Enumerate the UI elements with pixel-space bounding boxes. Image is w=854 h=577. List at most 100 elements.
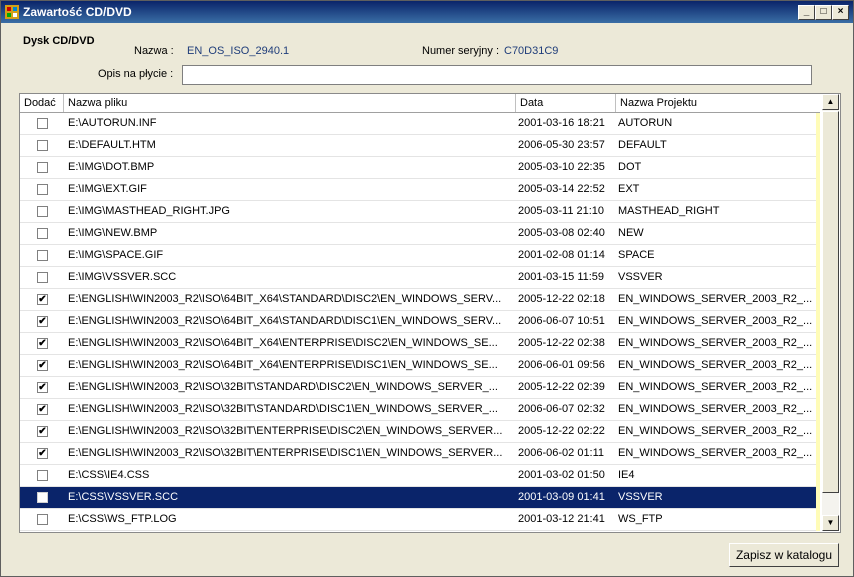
project-cell: EN_WINDOWS_SERVER_2003_R2_... [618, 337, 813, 349]
filename-cell: E:\CSS\VSSVER.SCC [68, 491, 179, 503]
table-row[interactable]: E:\IMG\EXT.GIF 2005-03-14 22:52 EXT [20, 179, 820, 201]
filename-cell: E:\IMG\EXT.GIF [68, 183, 147, 195]
add-checkbox[interactable] [37, 272, 48, 283]
table-row[interactable]: E:\CSS\WS_FTP.LOG 2001-03-12 21:41 WS_FTP [20, 509, 820, 531]
add-cell: ✔ [20, 443, 64, 464]
add-cell: ✔ [20, 399, 64, 420]
filename-cell: E:\DEFAULT.HTM [68, 139, 156, 151]
table-row[interactable]: E:\IMG\VSSVER.SCC 2001-03-15 11:59 VSSVER [20, 267, 820, 289]
table-row[interactable]: E:\IMG\NEW.BMP 2005-03-08 02:40 NEW [20, 223, 820, 245]
project-cell: VSSVER [618, 491, 663, 503]
table-row[interactable]: E:\IMG\DOT.BMP 2005-03-10 22:35 DOT [20, 157, 820, 179]
date-cell: 2006-06-07 10:51 [518, 315, 605, 327]
add-checkbox[interactable]: ✔ [37, 316, 48, 327]
add-checkbox[interactable] [37, 140, 48, 151]
table-row[interactable]: ✔ E:\ENGLISH\WIN2003_R2\ISO\32BIT\STANDAR… [20, 399, 820, 421]
add-checkbox[interactable]: ✔ [37, 382, 48, 393]
name-value: EN_OS_ISO_2940.1 [187, 45, 290, 57]
serial-value: C70D31C9 [504, 45, 559, 57]
grid-rows: E:\AUTORUN.INF 2001-03-16 18:21 AUTORUN E:\… [20, 113, 820, 531]
add-checkbox[interactable] [37, 250, 48, 261]
table-row[interactable]: E:\CSS\VSSVER.SCC 2001-03-09 01:41 VSSVER [20, 487, 820, 509]
add-checkbox[interactable] [37, 228, 48, 239]
table-row[interactable]: ✔ E:\ENGLISH\WIN2003_R2\ISO\32BIT\STANDAR… [20, 377, 820, 399]
scroll-thumb[interactable] [822, 111, 839, 493]
column-header-date[interactable]: Data [516, 94, 616, 112]
table-row[interactable]: E:\IMG\SPACE.GIF 2001-02-08 01:14 SPACE [20, 245, 820, 267]
date-cell: 2001-03-16 18:21 [518, 117, 605, 129]
minimize-button[interactable]: _ [798, 5, 815, 20]
add-checkbox[interactable] [37, 470, 48, 481]
filename-cell: E:\AUTORUN.INF [68, 117, 157, 129]
add-cell [20, 223, 64, 244]
table-row[interactable]: ✔ E:\ENGLISH\WIN2003_R2\ISO\64BIT_X64\ENT… [20, 355, 820, 377]
add-cell: ✔ [20, 289, 64, 310]
table-row[interactable]: E:\AUTORUN.INF 2001-03-16 18:21 AUTORUN [20, 113, 820, 135]
column-header-filename[interactable]: Nazwa pliku [64, 94, 516, 112]
vertical-scrollbar[interactable]: ▲ ▼ [822, 94, 839, 531]
filename-cell: E:\ENGLISH\WIN2003_R2\ISO\32BIT\ENTERPRI… [68, 425, 503, 437]
filename-cell: E:\ENGLISH\WIN2003_R2\ISO\32BIT\ENTERPRI… [68, 447, 503, 459]
close-button[interactable]: × [832, 5, 849, 20]
arrow-up-icon: ▲ [826, 97, 835, 106]
filename-cell: E:\ENGLISH\WIN2003_R2\ISO\64BIT_X64\STAN… [68, 293, 502, 305]
save-to-catalog-button[interactable]: Zapisz w katalogu [729, 543, 839, 567]
project-cell: AUTORUN [618, 117, 673, 129]
add-checkbox[interactable] [37, 492, 48, 503]
table-row[interactable]: ✔ E:\ENGLISH\WIN2003_R2\ISO\64BIT_X64\ENT… [20, 333, 820, 355]
date-cell: 2001-03-15 11:59 [518, 271, 605, 283]
filename-cell: E:\ENGLISH\WIN2003_R2\ISO\64BIT_X64\ENTE… [68, 337, 498, 349]
date-cell: 2005-03-10 22:35 [518, 161, 605, 173]
name-label: Nazwa : [134, 45, 174, 57]
date-cell: 2006-05-30 23:57 [518, 139, 605, 151]
table-row[interactable]: E:\CSS\IE4.CSS 2001-03-02 01:50 IE4 [20, 465, 820, 487]
add-checkbox[interactable] [37, 514, 48, 525]
column-header-project[interactable]: Nazwa Projektu [616, 94, 820, 112]
add-cell: ✔ [20, 333, 64, 354]
project-cell: SPACE [618, 249, 655, 261]
maximize-button[interactable]: □ [815, 5, 832, 20]
add-cell: ✔ [20, 421, 64, 442]
add-checkbox[interactable] [37, 206, 48, 217]
date-cell: 2005-12-22 02:22 [518, 425, 605, 437]
add-checkbox[interactable]: ✔ [37, 426, 48, 437]
add-checkbox[interactable]: ✔ [37, 404, 48, 415]
scroll-down-button[interactable]: ▼ [822, 515, 839, 531]
project-cell: EN_WINDOWS_SERVER_2003_R2_... [618, 359, 813, 371]
add-checkbox[interactable]: ✔ [37, 338, 48, 349]
table-row[interactable]: ✔ E:\ENGLISH\WIN2003_R2\ISO\64BIT_X64\STA… [20, 289, 820, 311]
add-checkbox[interactable] [37, 162, 48, 173]
table-row[interactable]: E:\IMG\MASTHEAD_RIGHT.JPG 2005-03-11 21:1… [20, 201, 820, 223]
add-checkbox[interactable] [37, 118, 48, 129]
date-cell: 2001-03-02 01:50 [518, 469, 605, 481]
project-cell: DEFAULT [618, 139, 667, 151]
add-cell [20, 179, 64, 200]
date-cell: 2001-03-12 21:41 [518, 513, 605, 525]
date-cell: 2001-02-08 01:14 [518, 249, 605, 261]
project-cell: WS_FTP [618, 513, 663, 525]
column-header-add[interactable]: Dodać [20, 94, 64, 112]
filename-cell: E:\ENGLISH\WIN2003_R2\ISO\32BIT\STANDARD… [68, 403, 498, 415]
main-window: Zawartość CD/DVD _ □ × Dysk CD/DVD Nazwa… [0, 0, 854, 577]
add-checkbox[interactable]: ✔ [37, 448, 48, 459]
description-label: Opis na płycie : [98, 68, 174, 80]
project-cell: IE4 [618, 469, 635, 481]
table-row[interactable]: ✔ E:\ENGLISH\WIN2003_R2\ISO\32BIT\ENTERPR… [20, 443, 820, 465]
description-input[interactable] [182, 65, 812, 85]
date-cell: 2005-12-22 02:39 [518, 381, 605, 393]
add-cell: ✔ [20, 311, 64, 332]
project-cell: VSSVER [618, 271, 663, 283]
project-cell: EN_WINDOWS_SERVER_2003_R2_... [618, 293, 813, 305]
date-cell: 2005-12-22 02:38 [518, 337, 605, 349]
add-checkbox[interactable]: ✔ [37, 360, 48, 371]
add-checkbox[interactable]: ✔ [37, 294, 48, 305]
row-highlight-strip [816, 113, 820, 531]
table-row[interactable]: ✔ E:\ENGLISH\WIN2003_R2\ISO\32BIT\ENTERPR… [20, 421, 820, 443]
table-row[interactable]: E:\DEFAULT.HTM 2006-05-30 23:57 DEFAULT [20, 135, 820, 157]
add-checkbox[interactable] [37, 184, 48, 195]
filename-cell: E:\CSS\IE4.CSS [68, 469, 150, 481]
table-row[interactable]: ✔ E:\ENGLISH\WIN2003_R2\ISO\64BIT_X64\STA… [20, 311, 820, 333]
date-cell: 2005-12-22 02:18 [518, 293, 605, 305]
date-cell: 2006-06-02 01:11 [518, 447, 605, 459]
scroll-up-button[interactable]: ▲ [822, 94, 839, 110]
